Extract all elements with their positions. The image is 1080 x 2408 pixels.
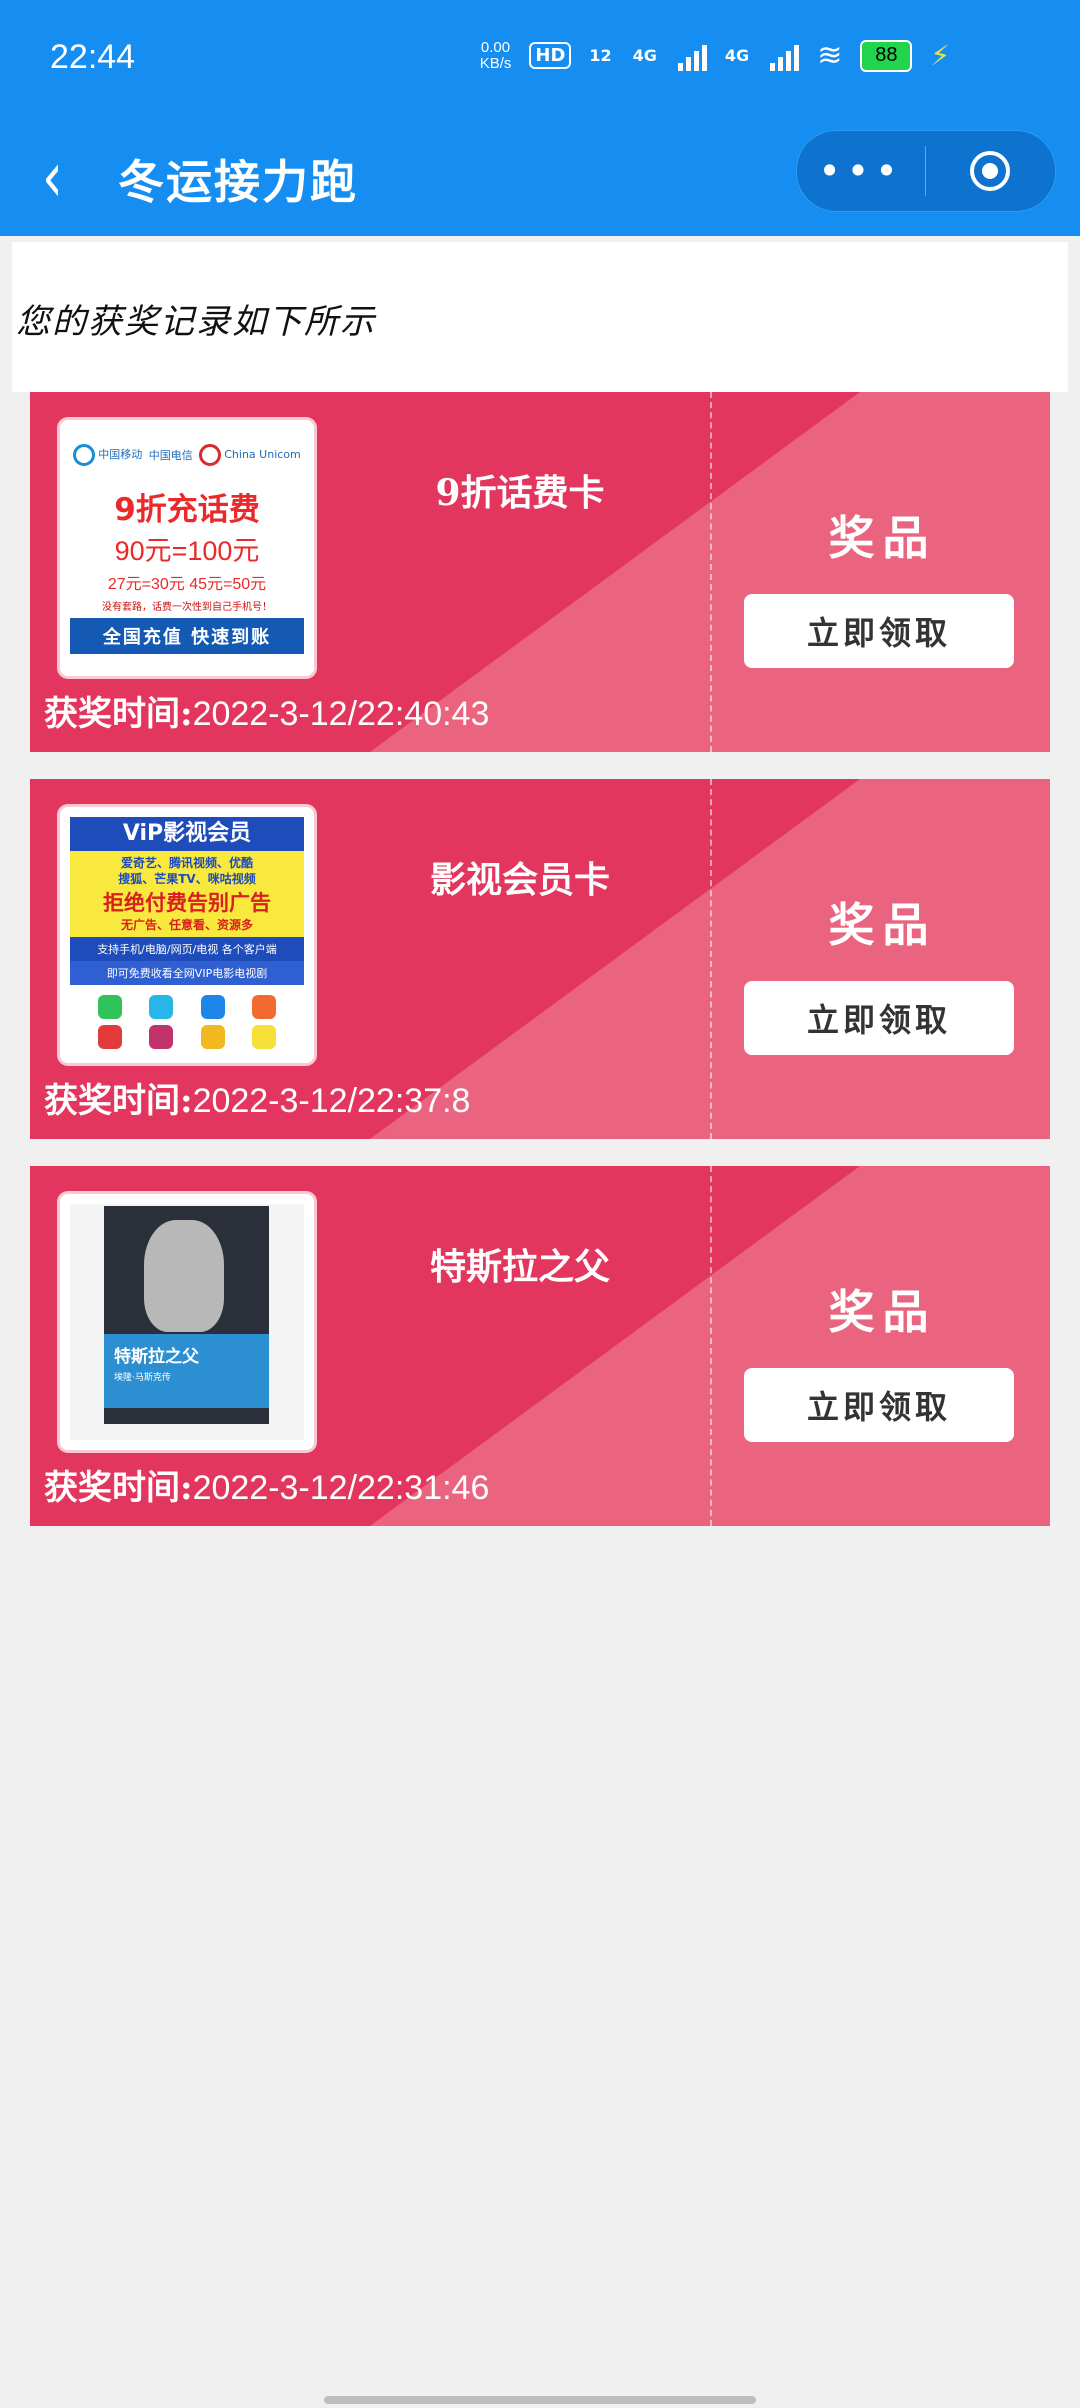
- thumb-price: 90元=100元: [114, 536, 260, 566]
- prize-name: 9折话费卡: [435, 472, 605, 514]
- prize-thumbnail: ViP影视会员 爱奇艺、腾讯视频、优酷 搜狐、芒果TV、咪咕视频 拒绝付费告别广…: [60, 807, 314, 1063]
- app-icon: [97, 1025, 122, 1049]
- award-time: 获奖时间:2022-3-12/22:40:43: [44, 686, 489, 735]
- app-icon: [149, 1025, 174, 1049]
- book-cover-image: 特斯拉之父 埃隆·马斯克传: [70, 1204, 304, 1440]
- portrait: [144, 1220, 224, 1332]
- china-telecom-logo: 中国电信: [148, 449, 193, 462]
- app-icon: [252, 1025, 277, 1049]
- award-time-label: 获奖时间:: [44, 1468, 193, 1508]
- prize-thumbnail: 中国移动 中国电信 China Unicom 9折充话费 90元=100元 27…: [60, 420, 314, 676]
- app-icon: [200, 995, 225, 1019]
- thumb-headline: 9折充话费: [114, 492, 260, 528]
- thumb-line3: 无广告、任意看、资源多: [120, 918, 253, 932]
- prize-name: 影视会员卡: [429, 859, 610, 901]
- prize-card-1: 中国移动 中国电信 China Unicom 9折充话费 90元=100元 27…: [30, 392, 1050, 752]
- book-title: 特斯拉之父: [114, 1347, 199, 1367]
- prize-card-3: 特斯拉之父 埃隆·马斯克传 特斯拉之父 获奖时间:2022-3-12/22:31…: [30, 1166, 1050, 1526]
- back-arrow-icon[interactable]: ‹: [42, 138, 63, 219]
- prize-tag: 奖品: [828, 898, 937, 952]
- prize-tag: 奖品: [828, 511, 937, 565]
- book-cover: 特斯拉之父 埃隆·马斯克传: [104, 1206, 269, 1424]
- thumb-price-small: 27元=30元 45元=50元: [107, 576, 267, 593]
- network-speed-unit: KB/s: [479, 54, 512, 72]
- records-header: 您的获奖记录如下所示: [12, 242, 1068, 392]
- thumb-top: ViP影视会员: [70, 817, 304, 851]
- thumb-big: 拒绝付费告别广告: [103, 891, 271, 915]
- claim-button[interactable]: 立即领取: [744, 1368, 1014, 1442]
- target-ring-icon: [970, 151, 1010, 191]
- signal-1-icon: [677, 41, 707, 71]
- signal-2-label: 4G: [724, 46, 750, 65]
- status-icons: 0.00 KB/s HD 12 4G 4G ≋ 88 ⚡: [480, 38, 950, 73]
- award-time: 获奖时间:2022-3-12/22:37:8: [44, 1073, 470, 1122]
- prize-tag: 奖品: [828, 1285, 937, 1339]
- records-header-text: 您的获奖记录如下所示: [16, 302, 376, 342]
- award-time-value: 2022-3-12/22:40:43: [192, 695, 490, 733]
- hd-icon: HD: [529, 42, 572, 69]
- app-icon: [252, 995, 277, 1019]
- thumb-bottom: 即可免费收看全网VIP电影电视剧: [70, 961, 304, 985]
- app-icon: [97, 995, 122, 1019]
- prize-thumbnail: 特斯拉之父 埃隆·马斯克传: [60, 1194, 314, 1450]
- nav-bar: ‹ 冬运接力跑 •••: [0, 124, 1080, 236]
- coupon-divider: [710, 1166, 712, 1526]
- award-time-value: 2022-3-12/22:31:46: [192, 1469, 490, 1507]
- prize-card-2: ViP影视会员 爱奇艺、腾讯视频、优酷 搜狐、芒果TV、咪咕视频 拒绝付费告别广…: [30, 779, 1050, 1139]
- thumb-yellow-block: 爱奇艺、腾讯视频、优酷 搜狐、芒果TV、咪咕视频 拒绝付费告别广告 无广告、任意…: [70, 851, 304, 937]
- network-speed: 0.00 KB/s: [479, 38, 512, 72]
- clock: 22:44: [50, 38, 136, 76]
- china-unicom-logo: China Unicom: [199, 444, 301, 466]
- prize-name: 特斯拉之父: [429, 1246, 610, 1288]
- coupon-divider: [710, 779, 712, 1139]
- award-time-label: 获奖时间:: [44, 1081, 193, 1121]
- claim-button[interactable]: 立即领取: [744, 981, 1014, 1055]
- network-speed-value: 0.00: [480, 38, 511, 56]
- award-time: 获奖时间:2022-3-12/22:31:46: [44, 1460, 489, 1509]
- thumb-line1: 爱奇艺、腾讯视频、优酷: [120, 856, 253, 870]
- book-subtitle: 埃隆·马斯克传: [114, 1373, 171, 1383]
- vip-membership-image: ViP影视会员 爱奇艺、腾讯视频、优酷 搜狐、芒果TV、咪咕视频 拒绝付费告别广…: [70, 817, 304, 1053]
- battery-icon: 88: [860, 39, 913, 72]
- close-mini-program-button[interactable]: [926, 151, 1054, 191]
- signal-1-label: 4G: [632, 46, 657, 65]
- mini-program-capsule: •••: [796, 130, 1056, 212]
- thumb-bar: 全国充值 快速到账: [70, 618, 304, 654]
- signal-2-icon: [770, 41, 800, 71]
- charging-icon: ⚡: [930, 39, 950, 72]
- thumb-line2: 搜狐、芒果TV、咪咕视频: [118, 872, 256, 886]
- thumb-line4: 支持手机/电脑/网页/电视 各个客户端: [70, 937, 304, 961]
- coupon-divider: [710, 392, 712, 752]
- award-time-label: 获奖时间:: [44, 694, 193, 734]
- award-time-value: 2022-3-12/22:37:8: [192, 1082, 471, 1120]
- thumb-note: 没有套路，话费一次性到自己手机号！: [102, 602, 272, 613]
- page-title: 冬运接力跑: [118, 155, 358, 209]
- status-bar: 22:44 0.00 KB/s HD 12 4G 4G ≋ 88 ⚡: [0, 0, 1080, 124]
- wifi-icon: ≋: [817, 38, 843, 73]
- app-icon: [200, 1025, 225, 1049]
- china-mobile-logo: 中国移动: [73, 444, 142, 466]
- app-icon: [149, 995, 174, 1019]
- app-icons: [70, 985, 304, 1059]
- phone-credit-card-image: 中国移动 中国电信 China Unicom 9折充话费 90元=100元 27…: [70, 430, 304, 666]
- sim-slot-label: 12: [589, 46, 612, 65]
- home-indicator[interactable]: [324, 2396, 756, 2404]
- claim-button[interactable]: 立即领取: [744, 594, 1014, 668]
- more-dots-icon[interactable]: •••: [797, 149, 925, 193]
